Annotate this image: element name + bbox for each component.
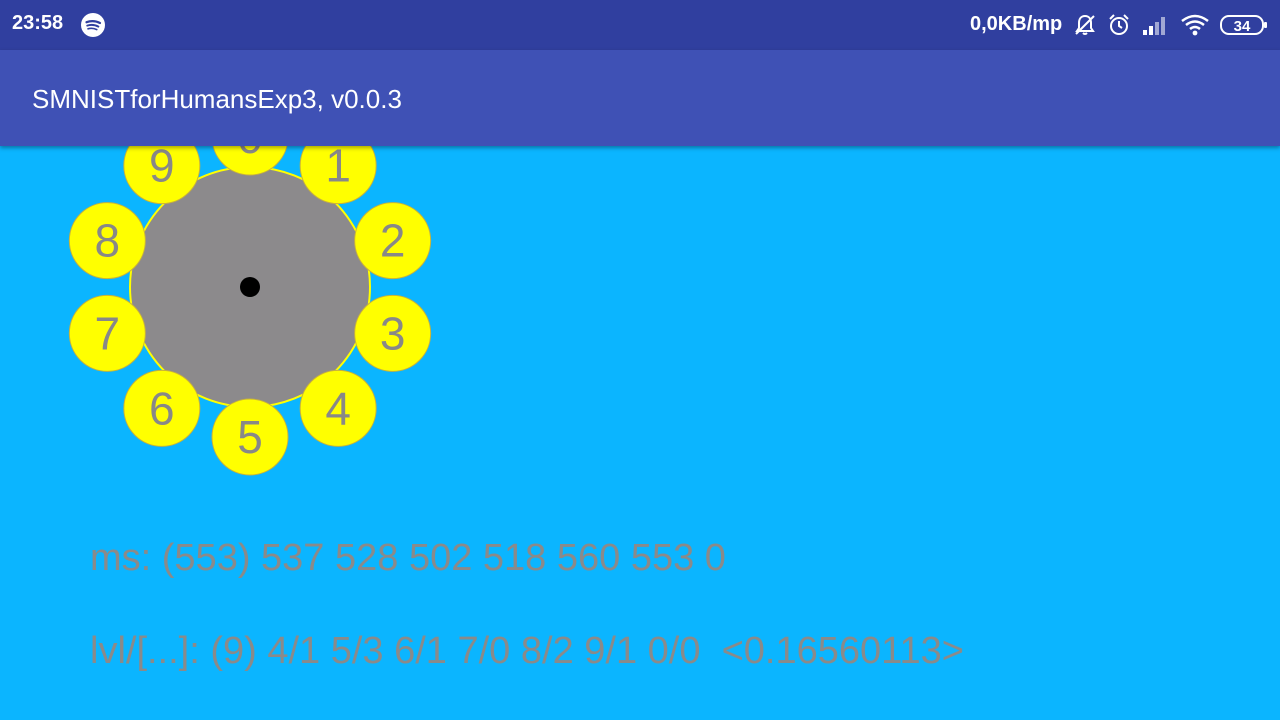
ms-timings-text: ms: (553) 537 528 502 518 560 553 0 [90,537,726,579]
dial-digit-button-4[interactable]: 4 [299,369,377,447]
dial-digit-button-7[interactable]: 7 [68,294,146,372]
signal-icon [1143,17,1165,35]
dial-digit-label: 7 [95,307,121,359]
notifications-muted-icon [1075,14,1095,35]
dial-digit-label: 8 [95,215,121,267]
dial-center-dot [240,277,260,297]
dial-digit-label: 4 [325,382,351,434]
dial-digit-label: 6 [149,382,175,434]
level-stats-text: lvl/[...]: (9) 4/1 5/3 6/1 7/0 8/2 9/1 0… [90,630,964,672]
app-bar: SMNISTforHumansExp3, v0.0.3 [0,50,1280,146]
dial-digit-button-8[interactable]: 8 [68,202,146,280]
alarm-icon [1109,14,1129,35]
app-title: SMNISTforHumansExp3, v0.0.3 [32,84,402,114]
dial-digit-button-2[interactable]: 2 [354,202,432,280]
network-speed: 0,0KB/mp [970,13,1063,35]
battery-icon: 34 [1220,15,1267,35]
dial-digit-button-5[interactable]: 5 [211,398,289,476]
battery-level: 34 [1234,18,1251,35]
wifi-icon [1181,14,1209,36]
dial-digit-label: 1 [325,140,351,192]
dial-digit-label: 2 [380,215,406,267]
dial-digit-button-6[interactable]: 6 [123,369,201,447]
dial-digit-label: 9 [149,140,175,192]
dial-digit-button-3[interactable]: 3 [354,294,432,372]
dial-digit-label: 5 [237,411,263,463]
dial-digit-label: 3 [380,307,406,359]
